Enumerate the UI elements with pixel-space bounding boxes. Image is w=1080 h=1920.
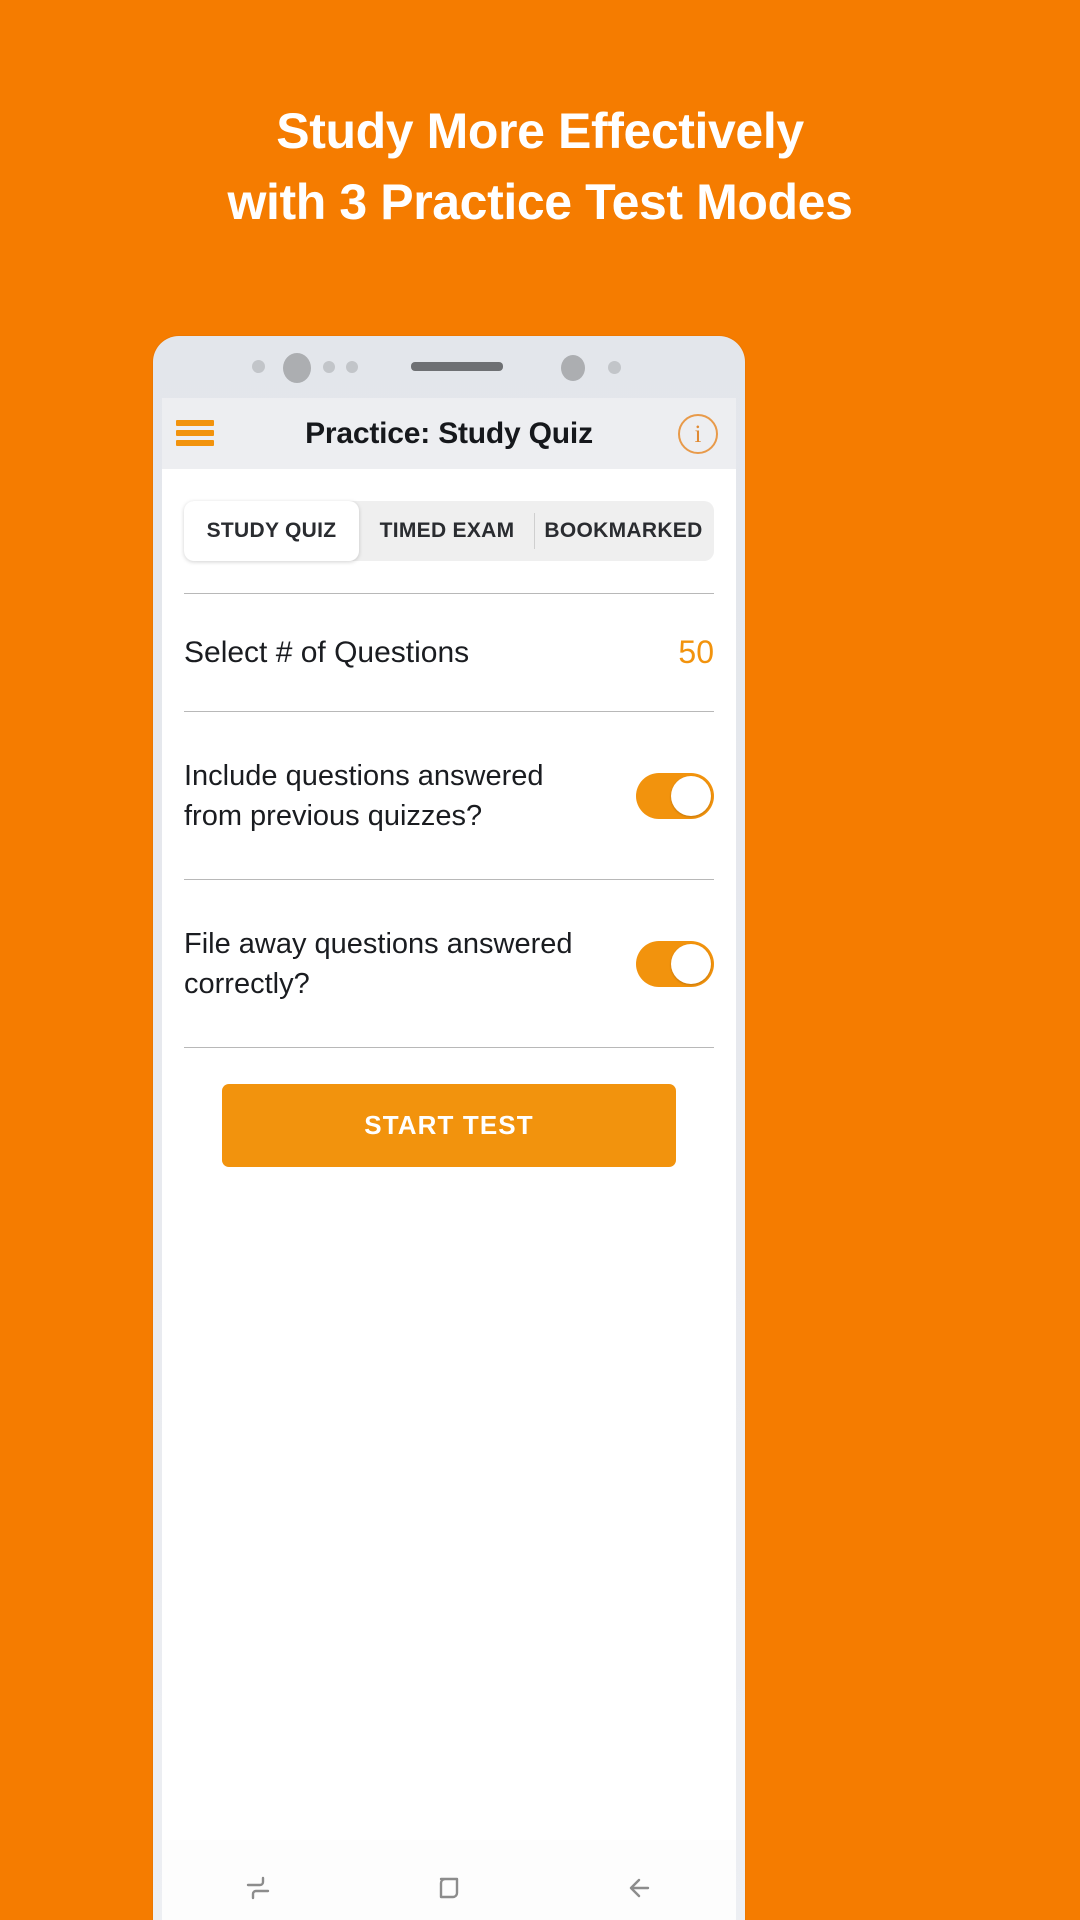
page-title: Practice: Study Quiz [305, 416, 593, 450]
question-count-label: Select # of Questions [184, 635, 470, 669]
hamburger-bar-1 [176, 420, 214, 426]
app-screen: Practice: Study Quiz i STUDY QUIZ TIMED … [162, 398, 736, 1920]
phone-mockup: Practice: Study Quiz i STUDY QUIZ TIMED … [153, 336, 745, 1920]
toggle-file-away-correct[interactable] [636, 940, 714, 987]
tab-study-quiz[interactable]: STUDY QUIZ [184, 501, 359, 561]
sensor-dot-1 [252, 360, 265, 373]
row-file-away-correct[interactable]: File away questions answered correctly? [184, 879, 714, 1047]
toggle-knob [671, 943, 711, 984]
sensor-dot-2 [323, 361, 335, 373]
include-previous-label: Include questions answered from previous… [184, 759, 544, 832]
back-arrow-icon[interactable] [545, 1840, 736, 1920]
hamburger-bar-2 [176, 430, 214, 436]
start-button-container: START TEST [162, 1048, 736, 1167]
hamburger-bar-3 [176, 440, 214, 446]
sensor-dot-4 [561, 355, 585, 381]
start-test-button[interactable]: START TEST [222, 1084, 676, 1167]
headline-line-2: with 3 Practice Test Modes [227, 174, 853, 230]
hamburger-menu-icon[interactable] [176, 418, 214, 448]
screen-edge-notch-lower [162, 1098, 171, 1458]
earpiece-speaker [411, 362, 503, 371]
tab-timed-exam[interactable]: TIMED EXAM [359, 501, 535, 561]
row-question-count[interactable]: Select # of Questions 50 [184, 593, 714, 711]
sensor-dot-3 [346, 361, 358, 373]
tab-divider [534, 513, 535, 549]
tab-bar: STUDY QUIZ TIMED EXAM BOOKMARKED [184, 501, 714, 561]
screen-edge-notch-right [727, 1088, 736, 1228]
recents-icon[interactable] [162, 1840, 353, 1920]
file-away-label: File away questions answered correctly? [184, 927, 573, 1000]
tab-bookmarked[interactable]: BOOKMARKED [535, 501, 712, 561]
screen-edge-notch-upper [162, 778, 171, 1018]
toggle-include-previous[interactable] [636, 772, 714, 819]
row-include-previous[interactable]: Include questions answered from previous… [184, 711, 714, 879]
headline-line-1: Study More Effectively [276, 103, 804, 159]
promo-headline: Study More Effectively with 3 Practice T… [0, 96, 1080, 238]
front-camera-dot [283, 353, 311, 383]
app-bar: Practice: Study Quiz i [162, 398, 736, 469]
home-square-icon[interactable] [353, 1840, 544, 1920]
question-count-value: 50 [678, 634, 714, 670]
toggle-knob [671, 775, 711, 816]
info-circle-icon[interactable]: i [678, 414, 718, 454]
android-nav-bar [162, 1840, 736, 1920]
tabs-container: STUDY QUIZ TIMED EXAM BOOKMARKED [162, 469, 736, 561]
phone-top-bezel [153, 336, 745, 398]
sensor-dot-5 [608, 361, 621, 374]
